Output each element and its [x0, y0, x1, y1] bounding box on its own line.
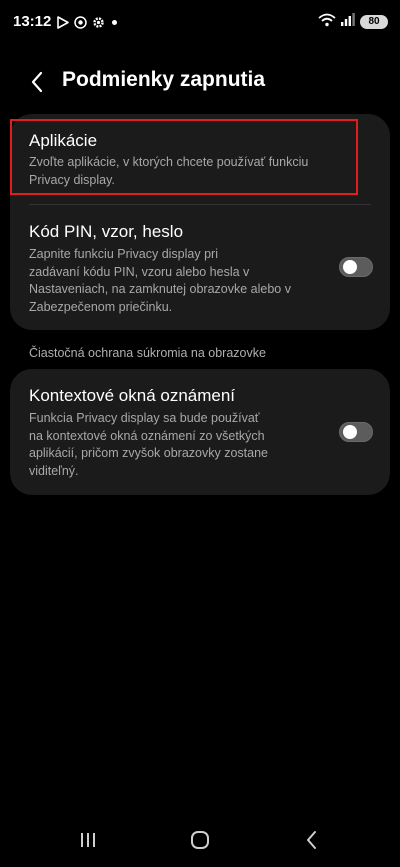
- item-title: Kód PIN, vzor, heslo: [29, 222, 184, 241]
- item-description-line: na kontextové okná oznámení zo všetkých: [29, 428, 265, 443]
- pin-privacy-toggle[interactable]: [339, 257, 373, 277]
- pin-pattern-password-item[interactable]: Kód PIN, vzor, heslo Zapnite funkciu Pri…: [10, 205, 390, 330]
- recents-icon: [81, 833, 95, 847]
- status-bar: 13:12 80: [0, 0, 400, 44]
- page-header: Podmienky zapnutia: [0, 56, 400, 108]
- item-title: Aplikácie: [29, 131, 98, 150]
- apps-setting-item[interactable]: Aplikácie Zvoľte aplikácie, v ktorých ch…: [10, 114, 390, 204]
- home-button[interactable]: [180, 825, 220, 855]
- toggle-knob: [343, 425, 357, 439]
- item-description-line: Zvoľte aplikácie, v ktorých chcete použí…: [29, 155, 309, 169]
- recents-button[interactable]: [68, 825, 108, 855]
- wifi-icon: [318, 13, 336, 32]
- signal-icon: [341, 13, 355, 31]
- notification-icons: [56, 13, 117, 31]
- back-icon: [307, 831, 316, 849]
- item-description-line: zadávaní kódu PIN, vzoru alebo hesla v: [29, 264, 250, 279]
- item-description-line: aplikácií, pričom zvyšok obrazovky zosta…: [29, 446, 268, 460]
- system-icons: 80: [318, 13, 388, 31]
- item-description: Zapnite funkciu Privacy display pri zadá…: [29, 246, 291, 316]
- navigation-bar: [0, 815, 400, 867]
- status-time: 13:12: [13, 13, 52, 30]
- item-description-line: Privacy display.: [29, 172, 115, 187]
- settings-card: Aplikácie Zvoľte aplikácie, v ktorých ch…: [10, 114, 390, 330]
- notification-popups-item[interactable]: Kontextové okná oznámení Funkcia Privacy…: [10, 369, 390, 495]
- settings-card: Kontextové okná oznámení Funkcia Privacy…: [10, 369, 390, 495]
- item-description-line: viditeľný.: [29, 463, 79, 478]
- item-description-line: Funkcia Privacy display sa bude používať: [29, 411, 260, 425]
- back-button[interactable]: [22, 67, 52, 97]
- item-description-line: Zabezpečenom priečinku.: [29, 299, 173, 314]
- item-description-line: Nastaveniach, na zamknutej obrazovke ale…: [29, 282, 291, 296]
- system-back-button[interactable]: [292, 825, 332, 855]
- item-description: Funkcia Privacy display sa bude používať…: [29, 410, 268, 480]
- play-store-icon: [56, 15, 69, 29]
- battery-icon: 80: [360, 15, 388, 29]
- chrome-icon: [74, 15, 87, 29]
- item-title: Kontextové okná oznámení: [29, 386, 236, 405]
- notification-popups-toggle[interactable]: [339, 422, 373, 442]
- section-header: Čiastočná ochrana súkromia na obrazovke: [29, 346, 266, 360]
- chevron-left-icon: [31, 71, 43, 93]
- more-notifications-dot-icon: [112, 19, 117, 25]
- home-icon: [191, 831, 209, 849]
- toggle-knob: [343, 260, 357, 274]
- item-description-line: Zapnite funkciu Privacy display pri: [29, 247, 218, 261]
- settings-gear-icon: [92, 16, 105, 29]
- item-description: Zvoľte aplikácie, v ktorých chcete použí…: [29, 154, 308, 189]
- page-title: Podmienky zapnutia: [62, 68, 266, 91]
